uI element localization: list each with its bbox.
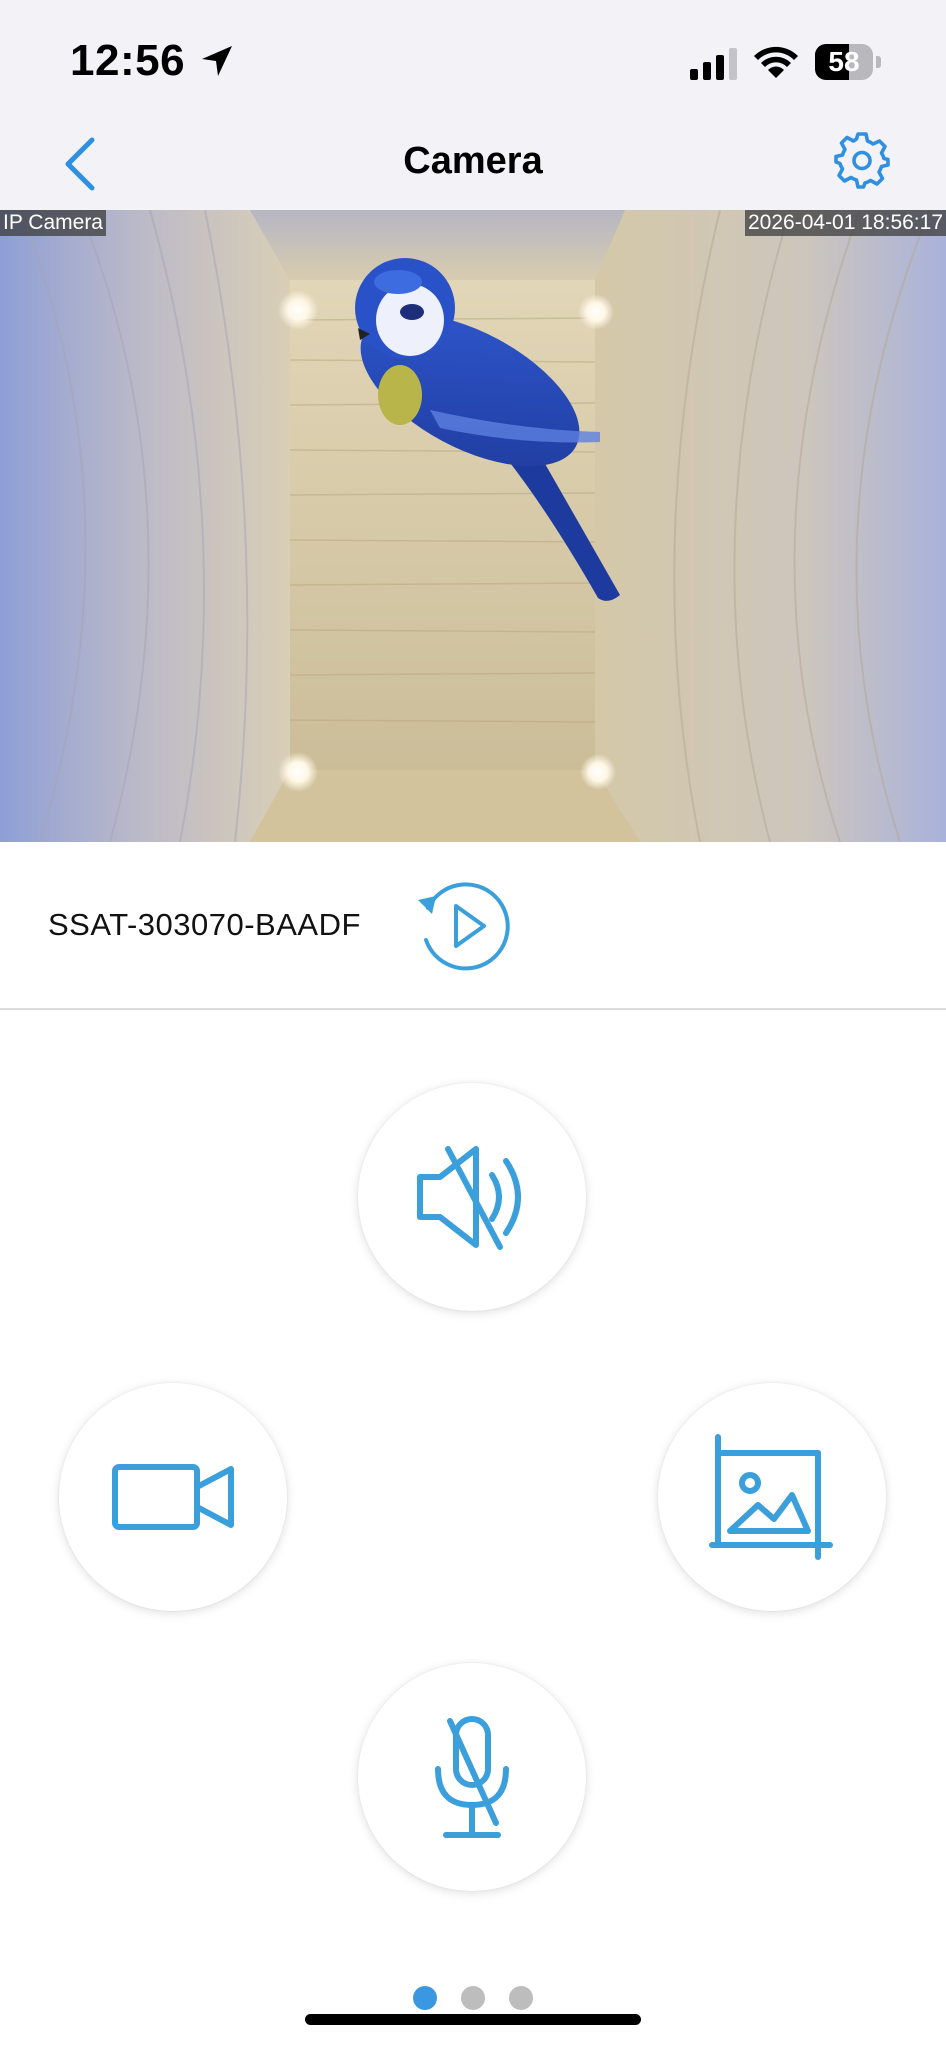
nest-box-image	[0, 210, 946, 842]
camera-timestamp: 2026-04-01 18:56:17	[745, 210, 946, 236]
battery-body: 58	[815, 44, 873, 80]
status-time: 12:56	[70, 36, 186, 85]
cellular-signal-icon	[690, 48, 737, 80]
page-dot-2[interactable]	[461, 1986, 485, 2010]
video-camera-icon	[112, 1464, 234, 1530]
record-video-button[interactable]	[59, 1383, 287, 1611]
image-crop-icon	[709, 1434, 833, 1560]
chevron-left-icon[interactable]	[56, 134, 106, 194]
page-dot-3[interactable]	[509, 1986, 533, 2010]
camera-live-view[interactable]: IP Camera 2026-04-01 18:56:17	[0, 210, 946, 842]
replay-play-icon[interactable]	[414, 878, 514, 974]
speaker-muted-icon	[417, 1146, 521, 1250]
battery-icon: 58	[815, 44, 881, 80]
page-dot-1[interactable]	[413, 1986, 437, 2010]
section-divider	[0, 1008, 946, 1010]
status-bar: 12:56 58	[0, 0, 946, 120]
snapshot-button[interactable]	[658, 1383, 886, 1611]
device-info-row: SSAT-303070-BAADF	[0, 842, 946, 1008]
battery-percent: 58	[828, 46, 860, 77]
device-name: SSAT-303070-BAADF	[48, 907, 361, 942]
battery-cap	[876, 56, 881, 68]
microphone-muted-icon	[435, 1716, 509, 1838]
navigation-bar: Camera	[0, 120, 946, 210]
microphone-toggle-button[interactable]	[358, 1663, 586, 1891]
location-arrow-icon	[202, 46, 232, 76]
gear-icon[interactable]	[832, 130, 892, 190]
camera-overlay-label: IP Camera	[0, 210, 106, 236]
page-indicator	[0, 1986, 946, 2010]
speaker-toggle-button[interactable]	[358, 1083, 586, 1311]
page-title: Camera	[403, 140, 543, 182]
home-indicator[interactable]	[305, 2014, 641, 2025]
wifi-icon	[754, 46, 798, 78]
